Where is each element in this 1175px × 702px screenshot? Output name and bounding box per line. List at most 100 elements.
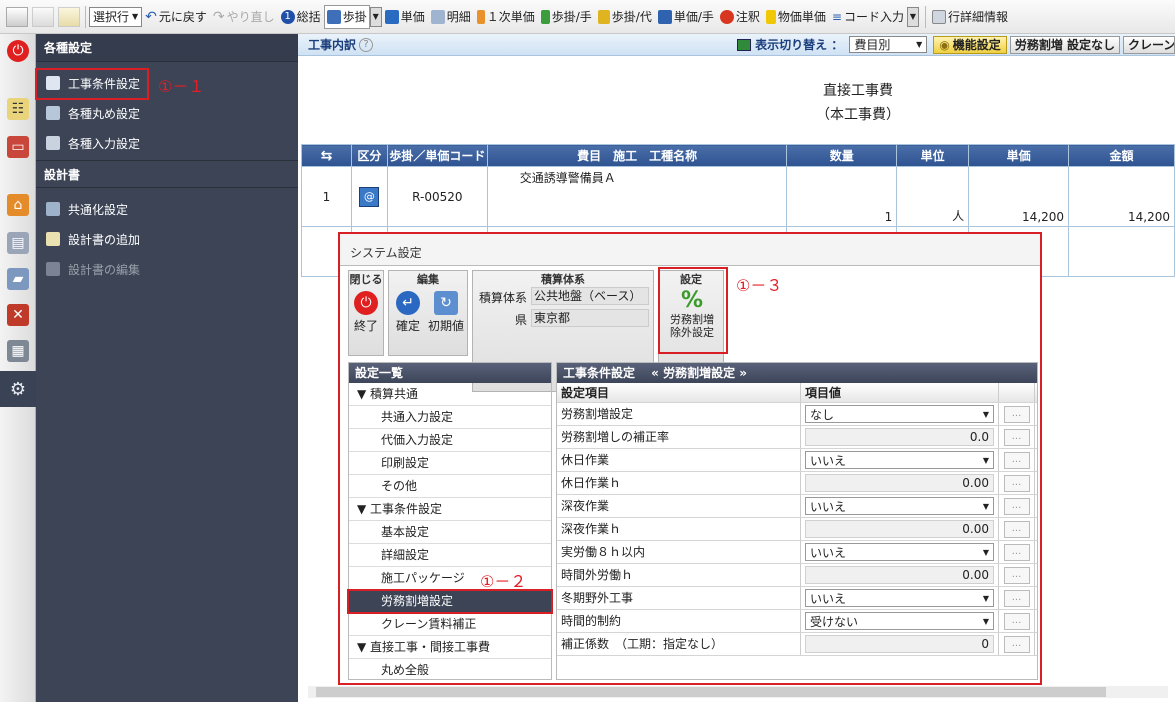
column-header[interactable]: 単位 (896, 144, 970, 167)
setting-number-field[interactable]: 0 (805, 635, 994, 653)
row-unit: 人 (896, 166, 970, 227)
code-input-dropdown[interactable]: ▼ (907, 6, 919, 27)
ellipsis-button[interactable]: ... (1003, 474, 1030, 492)
confirm-button[interactable]: ↵ 確定 (391, 291, 425, 334)
setting-dropdown[interactable]: いいえ ▼ (805, 451, 994, 469)
tree-label: ▼ 工事条件設定 (357, 502, 443, 516)
tree-item[interactable]: 印刷設定 (349, 452, 551, 475)
ellipsis-button[interactable]: ... (1003, 520, 1030, 538)
setting-dropdown[interactable]: いいえ ▼ (805, 589, 994, 607)
setting-dropdown[interactable]: 受けない ▼ (805, 612, 994, 630)
tree-label: 代価入力設定 (381, 433, 454, 447)
tree-item[interactable]: 詳細設定 (349, 544, 551, 567)
folder-icon[interactable]: ▰ (7, 268, 29, 290)
window-icon[interactable]: ▭ (7, 136, 29, 158)
home-icon[interactable]: ⌂ (7, 194, 29, 216)
display-switch-select[interactable]: 費目別 ▼ (849, 36, 928, 53)
column-header[interactable]: 歩掛／単価コード (386, 144, 488, 167)
ellipsis-button[interactable]: ... (1003, 566, 1030, 584)
code-input-button[interactable]: ≡ コード入力 (829, 5, 907, 29)
tree-label: クレーン賃料補正 (381, 617, 477, 631)
tree-item[interactable]: 共通入力設定 (349, 406, 551, 429)
horizontal-scrollbar[interactable] (308, 686, 1168, 698)
row-name: 交通誘導警備員Ａ (486, 166, 788, 227)
ayumi-te-label: 歩掛/手 (551, 10, 592, 24)
tree-item[interactable]: 代価入力設定 (349, 429, 551, 452)
column-header[interactable]: 区分 (350, 144, 388, 167)
row-detail-button[interactable]: 行詳細情報 (929, 5, 1011, 29)
ribbon-group-caption: 閉じる (349, 273, 383, 286)
setting-number-field[interactable]: 0.00 (805, 520, 994, 538)
chuushaku-button[interactable]: 注釈 (717, 5, 763, 29)
tree-group-conditions[interactable]: ▼ 工事条件設定 (349, 498, 551, 521)
swap-column-header[interactable]: ⇆ (301, 144, 352, 167)
grid-cut-icon[interactable] (32, 6, 54, 27)
select-row-dropdown[interactable]: 選択行 ▼ (89, 6, 143, 27)
meisai-button[interactable]: 明細 (428, 5, 474, 29)
setting-number-field[interactable]: 0.0 (805, 428, 994, 446)
help-icon[interactable]: ? (359, 37, 374, 52)
sidebar-item-add-design[interactable]: 設計書の追加 (36, 224, 298, 254)
chevron-down-icon: ▼ (982, 593, 989, 603)
column-header[interactable]: 数量 (786, 144, 898, 167)
sidebar-item-rounding[interactable]: 各種丸め設定 (36, 98, 298, 128)
tree-group-common[interactable]: ▼ 積算共通 (349, 383, 551, 406)
ellipsis-button[interactable]: ... (1003, 612, 1030, 630)
tree-label: ▼ 積算共通 (357, 387, 419, 401)
crane-button[interactable]: クレーン (1123, 35, 1175, 54)
settings-list-header: 設定一覧 (349, 363, 551, 383)
redo-button[interactable]: ↷ やり直し (210, 5, 278, 29)
grid-insert-icon[interactable] (6, 6, 28, 27)
ellipsis-button[interactable]: ... (1003, 497, 1030, 515)
setting-dropdown[interactable]: いいえ ▼ (805, 497, 994, 515)
summary-button[interactable]: 1 総括 (278, 5, 324, 29)
sidebar-item-edit-design[interactable]: 設計書の編集 (36, 254, 298, 284)
setting-number-field[interactable]: 0.00 (805, 474, 994, 492)
tree-view-icon[interactable]: ☷ (7, 98, 29, 120)
ellipsis-button[interactable]: ... (1003, 405, 1030, 423)
tree-item[interactable]: クレーン賃料補正 (349, 613, 551, 636)
exit-button[interactable]: ⏻ 終了 (351, 291, 381, 334)
tanka-button[interactable]: 単価 (382, 5, 428, 29)
ellipsis-button[interactable]: ... (1003, 589, 1030, 607)
tools-icon[interactable]: ✕ (7, 304, 29, 326)
ayumi-dai-button[interactable]: 歩掛/代 (595, 5, 655, 29)
grid-paste-icon[interactable] (58, 6, 80, 27)
power-icon[interactable]: ⏻ (7, 40, 29, 62)
tree-item[interactable]: その他 (349, 475, 551, 498)
settings-row: 深夜作業ｈ 0.00... (557, 518, 1037, 541)
tree-item[interactable]: 基本設定 (349, 521, 551, 544)
ellipsis-button[interactable]: ... (1003, 635, 1030, 653)
column-header[interactable]: 費目 施工 工種名称 (486, 144, 788, 167)
table-row[interactable]: 1 @ R-00520 交通誘導警備員Ａ 1 人 14,200 14,200 (301, 166, 1175, 227)
sidebar-item-common-settings[interactable]: 共通化設定 (36, 194, 298, 224)
annotation-box-1-3 (658, 267, 728, 354)
setting-number-field[interactable]: 0.00 (805, 566, 994, 584)
column-header[interactable]: 金額 (1068, 144, 1175, 167)
scrollbar-thumb[interactable] (316, 687, 1106, 697)
column-header[interactable]: 単価 (968, 144, 1070, 167)
tree-item[interactable]: 丸め全般 (349, 659, 551, 679)
setting-dropdown[interactable]: なし ▼ (805, 405, 994, 423)
document-icon[interactable]: ▤ (7, 232, 29, 254)
sidebar-item-input-settings[interactable]: 各種入力設定 (36, 128, 298, 158)
function-settings-button[interactable]: ◉ 機能設定 (933, 35, 1007, 54)
ayumi-te-button[interactable]: 歩掛/手 (538, 5, 595, 29)
first-tanka-button[interactable]: １次単価 (474, 5, 538, 29)
setting-dropdown[interactable]: いいえ ▼ (805, 543, 994, 561)
ellipsis-button[interactable]: ... (1003, 428, 1030, 446)
ellipsis-button[interactable]: ... (1003, 543, 1030, 561)
ayumi-button[interactable]: 歩掛 (323, 4, 370, 29)
tree-group-direct[interactable]: ▼ 直接工事・間接工事費 (349, 636, 551, 659)
labor-premium-button[interactable]: 労務割増 設定なし (1009, 35, 1120, 54)
tanka-te-button[interactable]: 単価/手 (655, 5, 717, 29)
undo-button[interactable]: ↶ 元に戻す (142, 5, 210, 29)
bukka-tanka-button[interactable]: 物価単価 (763, 5, 829, 29)
system-label: 積算体系 (478, 291, 527, 305)
initial-value-button[interactable]: ↻ 初期値 (425, 291, 467, 334)
table-icon[interactable]: ▦ (7, 340, 29, 362)
ayumi-dropdown[interactable]: ▼ (369, 6, 382, 27)
confirm-label: 確定 (395, 319, 420, 333)
ellipsis-button[interactable]: ... (1003, 451, 1030, 469)
gear-icon[interactable]: ⚙ (7, 378, 29, 400)
